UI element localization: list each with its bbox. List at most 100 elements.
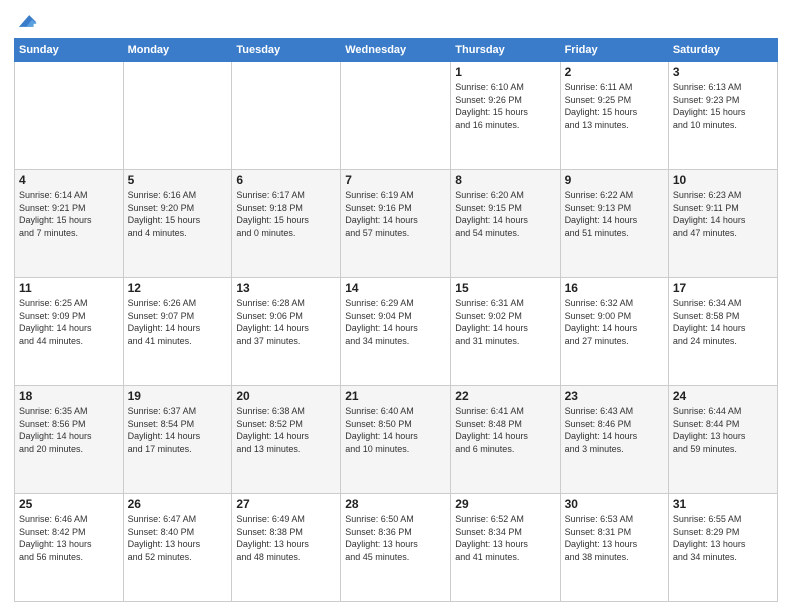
page: SundayMondayTuesdayWednesdayThursdayFrid…	[0, 0, 792, 612]
day-info: Sunrise: 6:31 AM Sunset: 9:02 PM Dayligh…	[455, 297, 555, 347]
calendar-cell: 28 Sunrise: 6:50 AM Sunset: 8:36 PM Dayli…	[341, 494, 451, 602]
calendar-cell: 8Sunrise: 6:20 AM Sunset: 9:15 PM Daylig…	[451, 170, 560, 278]
day-number: 22	[455, 389, 555, 403]
day-info: Sunrise: 6:50 AM Sunset: 8:36 PM Dayligh…	[345, 513, 446, 563]
day-info: Sunrise: 6:20 AM Sunset: 9:15 PM Dayligh…	[455, 189, 555, 239]
calendar-cell: 9 Sunrise: 6:22 AM Sunset: 9:13 PM Daylig…	[560, 170, 668, 278]
day-info: Sunrise: 6:37 AM Sunset: 8:54 PM Dayligh…	[128, 405, 228, 455]
calendar-week-2: 11Sunrise: 6:25 AM Sunset: 9:09 PM Dayli…	[15, 278, 778, 386]
day-info: Sunrise: 6:23 AM Sunset: 9:11 PM Dayligh…	[673, 189, 773, 239]
calendar-cell: 29 Sunrise: 6:52 AM Sunset: 8:34 PM Dayli…	[451, 494, 560, 602]
calendar-cell: 10 Sunrise: 6:23 AM Sunset: 9:11 PM Dayli…	[668, 170, 777, 278]
calendar-cell: 25 Sunrise: 6:46 AM Sunset: 8:42 PM Dayli…	[15, 494, 124, 602]
calendar-cell: 15 Sunrise: 6:31 AM Sunset: 9:02 PM Dayli…	[451, 278, 560, 386]
day-number: 20	[236, 389, 336, 403]
calendar-cell: 20 Sunrise: 6:38 AM Sunset: 8:52 PM Dayli…	[232, 386, 341, 494]
day-info: Sunrise: 6:52 AM Sunset: 8:34 PM Dayligh…	[455, 513, 555, 563]
calendar-cell: 4 Sunrise: 6:14 AM Sunset: 9:21 PM Daylig…	[15, 170, 124, 278]
calendar-cell: 30 Sunrise: 6:53 AM Sunset: 8:31 PM Dayli…	[560, 494, 668, 602]
logo-icon	[16, 10, 38, 32]
day-number: 6	[236, 173, 336, 187]
day-number: 26	[128, 497, 228, 511]
calendar-cell: 13Sunrise: 6:28 AM Sunset: 9:06 PM Dayli…	[232, 278, 341, 386]
day-number: 17	[673, 281, 773, 295]
calendar-cell: 2 Sunrise: 6:11 AM Sunset: 9:25 PM Daylig…	[560, 62, 668, 170]
day-info: Sunrise: 6:14 AM Sunset: 9:21 PM Dayligh…	[19, 189, 119, 239]
day-info: Sunrise: 6:47 AM Sunset: 8:40 PM Dayligh…	[128, 513, 228, 563]
day-number: 2	[565, 65, 664, 79]
day-info: Sunrise: 6:49 AM Sunset: 8:38 PM Dayligh…	[236, 513, 336, 563]
calendar-cell: 18Sunrise: 6:35 AM Sunset: 8:56 PM Dayli…	[15, 386, 124, 494]
calendar-cell: 14 Sunrise: 6:29 AM Sunset: 9:04 PM Dayli…	[341, 278, 451, 386]
weekday-header-sunday: Sunday	[15, 39, 124, 62]
weekday-header-row: SundayMondayTuesdayWednesdayThursdayFrid…	[15, 39, 778, 62]
day-number: 29	[455, 497, 555, 511]
calendar-week-3: 18Sunrise: 6:35 AM Sunset: 8:56 PM Dayli…	[15, 386, 778, 494]
day-info: Sunrise: 6:40 AM Sunset: 8:50 PM Dayligh…	[345, 405, 446, 455]
day-number: 28	[345, 497, 446, 511]
day-number: 11	[19, 281, 119, 295]
day-number: 3	[673, 65, 773, 79]
day-number: 15	[455, 281, 555, 295]
day-info: Sunrise: 6:55 AM Sunset: 8:29 PM Dayligh…	[673, 513, 773, 563]
day-number: 13	[236, 281, 336, 295]
calendar-cell: 12Sunrise: 6:26 AM Sunset: 9:07 PM Dayli…	[123, 278, 232, 386]
day-number: 23	[565, 389, 664, 403]
day-number: 21	[345, 389, 446, 403]
calendar-cell: 31Sunrise: 6:55 AM Sunset: 8:29 PM Dayli…	[668, 494, 777, 602]
day-number: 12	[128, 281, 228, 295]
calendar-cell: 23 Sunrise: 6:43 AM Sunset: 8:46 PM Dayli…	[560, 386, 668, 494]
day-number: 14	[345, 281, 446, 295]
day-number: 19	[128, 389, 228, 403]
day-number: 16	[565, 281, 664, 295]
calendar-cell	[123, 62, 232, 170]
day-number: 4	[19, 173, 119, 187]
day-number: 7	[345, 173, 446, 187]
calendar-cell: 21 Sunrise: 6:40 AM Sunset: 8:50 PM Dayli…	[341, 386, 451, 494]
day-info: Sunrise: 6:19 AM Sunset: 9:16 PM Dayligh…	[345, 189, 446, 239]
calendar-cell: 26 Sunrise: 6:47 AM Sunset: 8:40 PM Dayli…	[123, 494, 232, 602]
day-info: Sunrise: 6:53 AM Sunset: 8:31 PM Dayligh…	[565, 513, 664, 563]
day-number: 27	[236, 497, 336, 511]
calendar-week-0: 1Sunrise: 6:10 AM Sunset: 9:26 PM Daylig…	[15, 62, 778, 170]
weekday-header-friday: Friday	[560, 39, 668, 62]
calendar-week-1: 4 Sunrise: 6:14 AM Sunset: 9:21 PM Daylig…	[15, 170, 778, 278]
day-number: 5	[128, 173, 228, 187]
weekday-header-saturday: Saturday	[668, 39, 777, 62]
day-info: Sunrise: 6:46 AM Sunset: 8:42 PM Dayligh…	[19, 513, 119, 563]
calendar-cell: 24Sunrise: 6:44 AM Sunset: 8:44 PM Dayli…	[668, 386, 777, 494]
day-info: Sunrise: 6:11 AM Sunset: 9:25 PM Dayligh…	[565, 81, 664, 131]
day-info: Sunrise: 6:32 AM Sunset: 9:00 PM Dayligh…	[565, 297, 664, 347]
day-number: 9	[565, 173, 664, 187]
calendar-cell: 1Sunrise: 6:10 AM Sunset: 9:26 PM Daylig…	[451, 62, 560, 170]
day-info: Sunrise: 6:10 AM Sunset: 9:26 PM Dayligh…	[455, 81, 555, 131]
day-number: 10	[673, 173, 773, 187]
weekday-header-thursday: Thursday	[451, 39, 560, 62]
calendar-cell: 17 Sunrise: 6:34 AM Sunset: 8:58 PM Dayli…	[668, 278, 777, 386]
calendar-table: SundayMondayTuesdayWednesdayThursdayFrid…	[14, 38, 778, 602]
day-info: Sunrise: 6:13 AM Sunset: 9:23 PM Dayligh…	[673, 81, 773, 131]
calendar-cell: 5Sunrise: 6:16 AM Sunset: 9:20 PM Daylig…	[123, 170, 232, 278]
calendar-cell: 27 Sunrise: 6:49 AM Sunset: 8:38 PM Dayli…	[232, 494, 341, 602]
day-info: Sunrise: 6:43 AM Sunset: 8:46 PM Dayligh…	[565, 405, 664, 455]
day-number: 30	[565, 497, 664, 511]
weekday-header-tuesday: Tuesday	[232, 39, 341, 62]
day-info: Sunrise: 6:34 AM Sunset: 8:58 PM Dayligh…	[673, 297, 773, 347]
calendar-cell: 3 Sunrise: 6:13 AM Sunset: 9:23 PM Daylig…	[668, 62, 777, 170]
day-info: Sunrise: 6:29 AM Sunset: 9:04 PM Dayligh…	[345, 297, 446, 347]
calendar-cell: 6 Sunrise: 6:17 AM Sunset: 9:18 PM Daylig…	[232, 170, 341, 278]
logo	[14, 14, 38, 32]
calendar-cell: 7 Sunrise: 6:19 AM Sunset: 9:16 PM Daylig…	[341, 170, 451, 278]
day-info: Sunrise: 6:38 AM Sunset: 8:52 PM Dayligh…	[236, 405, 336, 455]
day-number: 25	[19, 497, 119, 511]
calendar-cell: 22 Sunrise: 6:41 AM Sunset: 8:48 PM Dayli…	[451, 386, 560, 494]
day-info: Sunrise: 6:41 AM Sunset: 8:48 PM Dayligh…	[455, 405, 555, 455]
calendar-cell: 16 Sunrise: 6:32 AM Sunset: 9:00 PM Dayli…	[560, 278, 668, 386]
calendar-cell	[232, 62, 341, 170]
day-info: Sunrise: 6:35 AM Sunset: 8:56 PM Dayligh…	[19, 405, 119, 455]
day-info: Sunrise: 6:44 AM Sunset: 8:44 PM Dayligh…	[673, 405, 773, 455]
day-info: Sunrise: 6:22 AM Sunset: 9:13 PM Dayligh…	[565, 189, 664, 239]
calendar-cell: 19 Sunrise: 6:37 AM Sunset: 8:54 PM Dayli…	[123, 386, 232, 494]
header	[14, 10, 778, 32]
day-info: Sunrise: 6:17 AM Sunset: 9:18 PM Dayligh…	[236, 189, 336, 239]
